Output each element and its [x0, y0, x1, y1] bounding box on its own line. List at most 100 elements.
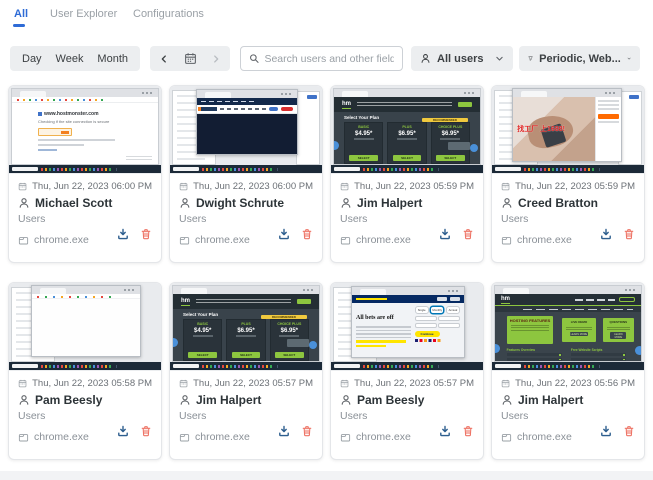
users-filter-dropdown[interactable]: All users [411, 46, 513, 71]
month-button[interactable]: Month [97, 53, 128, 65]
day-button[interactable]: Day [22, 53, 42, 65]
user-group: Users [18, 213, 152, 225]
screenshot-thumbnail[interactable]: www.hostmonster.com Checking if the site… [9, 86, 161, 174]
taskbar-search [173, 364, 199, 368]
delete-button[interactable] [462, 228, 474, 240]
plan-name: CHOICE PLUS [438, 125, 462, 129]
taskbar-icons [202, 365, 274, 368]
pricing-plan: BASIC$4.95*SELECT [344, 122, 383, 164]
user-name[interactable]: Pam Beesly [35, 393, 102, 407]
site-logo [201, 107, 217, 111]
decor-line [38, 139, 115, 141]
site-logo: hm [181, 298, 190, 306]
recommended-badge: RECOMMENDED [422, 118, 468, 122]
thumb-domain-row: www.hostmonster.com [38, 111, 158, 117]
app-name: chrome.exe [517, 431, 572, 443]
user-name[interactable]: Jim Halpert [518, 393, 583, 407]
decor-line [575, 299, 615, 301]
user-name[interactable]: Dwight Schrute [196, 196, 284, 210]
snapshot-card: hm Select Your Plan RECOMMENDED BASIC$4.… [169, 282, 323, 460]
delete-button[interactable] [623, 425, 635, 437]
app-name: chrome.exe [34, 431, 89, 443]
screenshot-thumbnail[interactable] [9, 283, 161, 371]
screenshot-thumbnail[interactable]: hm Select Your Plan RECOMMENDED BASIC$4.… [170, 283, 322, 371]
screenshot-thumbnail[interactable]: hm Select Your Plan RECOMMENDED BASIC$4.… [331, 86, 483, 174]
app-window-icon [179, 432, 190, 443]
scripts-list [571, 353, 626, 362]
features-list [507, 353, 562, 362]
delete-button[interactable] [301, 228, 313, 240]
type-filter-dropdown[interactable]: Periodic, Web... [519, 46, 640, 71]
snapshot-timestamp: Thu, Jun 22, 2023 05:58 PM [32, 378, 152, 389]
delete-button[interactable] [623, 228, 635, 240]
user-name[interactable]: Jim Halpert [357, 196, 422, 210]
download-button[interactable] [600, 228, 612, 240]
filter-icon [528, 53, 533, 64]
taskbar-icons [524, 365, 596, 368]
download-icon [439, 425, 451, 437]
app-window-icon [340, 235, 351, 246]
calendar-picker-button[interactable] [184, 52, 197, 65]
taskbar-tray [599, 168, 615, 171]
decor-line [440, 138, 460, 140]
user-icon [18, 197, 30, 209]
download-icon [117, 425, 129, 437]
user-name[interactable]: Pam Beesly [357, 393, 424, 407]
site-logo: hm [501, 296, 510, 304]
screenshot-thumbnail[interactable]: hm HOSTING FEATURES LIVE DEMOLEARN MORE … [492, 283, 644, 371]
user-icon [340, 394, 352, 406]
week-button[interactable]: Week [56, 53, 84, 65]
screenshot-thumbnail[interactable]: 找工厂 上1688! [492, 86, 644, 174]
snapshot-card: hm HOSTING FEATURES LIVE DEMOLEARN MORE … [491, 282, 645, 460]
favicon-icon [38, 112, 42, 116]
decor-button [307, 95, 317, 99]
screenshot-thumbnail[interactable]: All bets are off Single Monthly Annual [331, 283, 483, 371]
user-name[interactable]: Michael Scott [35, 196, 112, 210]
delete-button[interactable] [140, 228, 152, 240]
thumb-browser-chrome [513, 89, 621, 97]
taskbar-icons [363, 365, 435, 368]
download-button[interactable] [278, 425, 290, 437]
delete-button[interactable] [301, 425, 313, 437]
tab-user-explorer[interactable]: User Explorer [50, 8, 117, 20]
plan-name: PLUS [241, 322, 250, 326]
users-filter-label: All users [437, 53, 489, 65]
prev-date-button[interactable] [159, 54, 169, 64]
pricing-plan: BASIC$4.95*SELECT [183, 319, 222, 361]
download-button[interactable] [439, 425, 451, 437]
tab-bar: All User Explorer Configurations [0, 0, 653, 34]
user-group: Users [501, 410, 635, 422]
thumb-browser-window: hm HOSTING FEATURES LIVE DEMOLEARN MORE … [494, 285, 642, 362]
next-date-button[interactable] [211, 54, 221, 64]
decor-tooltip [448, 142, 470, 150]
thumb-taskbar [331, 165, 483, 173]
download-button[interactable] [439, 228, 451, 240]
delete-button[interactable] [462, 425, 474, 437]
thumb-page-content [197, 114, 297, 154]
thumb-browser-window: hm Select Your Plan RECOMMENDED BASIC$4.… [172, 285, 320, 362]
taskbar-tray [438, 168, 454, 171]
plan-price: $6.95* [398, 131, 415, 137]
download-button[interactable] [117, 425, 129, 437]
plan-price: $4.95* [355, 131, 372, 137]
download-icon [117, 228, 129, 240]
download-button[interactable] [278, 228, 290, 240]
search-input[interactable]: Search users and other fields [240, 46, 403, 71]
thumb-site-header: hm [334, 97, 480, 112]
screenshot-thumbnail[interactable] [170, 86, 322, 174]
plan-name: PLUS [402, 125, 411, 129]
thumb-page-content: hm Select Your Plan RECOMMENDED BASIC$4.… [334, 97, 480, 164]
download-button[interactable] [117, 228, 129, 240]
delete-button[interactable] [140, 425, 152, 437]
download-button[interactable] [600, 425, 612, 437]
user-group: Users [179, 410, 313, 422]
thumb-browser-chrome [334, 89, 480, 97]
user-name[interactable]: Jim Halpert [196, 393, 261, 407]
user-name[interactable]: Creed Bratton [518, 196, 598, 210]
card-actions [600, 425, 635, 437]
decor-button [437, 297, 447, 301]
user-icon [179, 394, 191, 406]
tab-configurations[interactable]: Configurations [133, 8, 204, 20]
thumb-taskbar [492, 165, 644, 173]
tab-all[interactable]: All [14, 8, 28, 20]
